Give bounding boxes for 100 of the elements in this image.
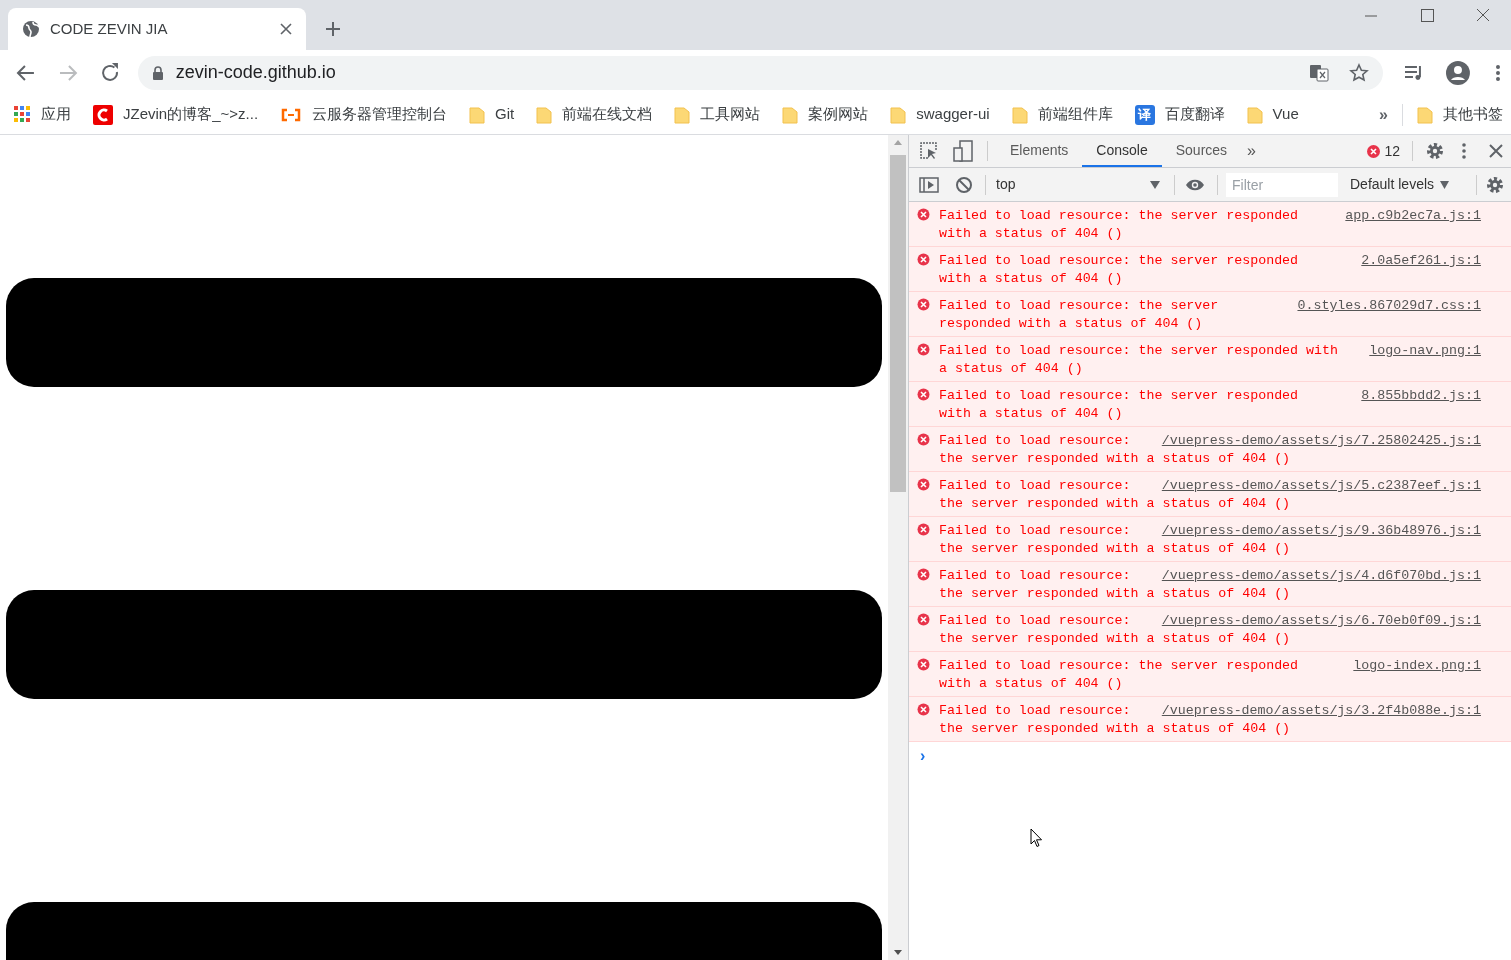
filter-input[interactable]: Filter (1226, 172, 1338, 197)
close-icon[interactable] (280, 23, 292, 35)
error-icon (917, 208, 930, 221)
source-link[interactable]: /vuepress-demo/assets/js/7.25802425.js:1 (1161, 432, 1481, 450)
scrollbar[interactable] (888, 135, 909, 960)
account-icon[interactable] (1445, 59, 1472, 86)
error-icon (917, 613, 930, 626)
devtools-tab[interactable]: Sources (1161, 135, 1242, 167)
bookmark-link[interactable]: Vue (1246, 103, 1299, 126)
error-message: Failed to load resource: (939, 612, 1131, 630)
dropdown-caret-icon (1440, 180, 1450, 189)
source-link[interactable]: /vuepress-demo/assets/js/9.36b48976.js:1 (1161, 522, 1481, 540)
error-message: the server responded with a status of 404 () (939, 540, 1291, 558)
scrollbar-thumb[interactable] (890, 155, 906, 492)
scroll-down-icon[interactable] (894, 950, 902, 956)
folder-icon (782, 105, 799, 124)
error-message: the server responded with a status of 404 () (939, 630, 1291, 648)
error-message: Failed to load resource: (939, 522, 1131, 540)
globe-icon (22, 20, 40, 38)
tab-title: CODE ZEVIN JIA (50, 18, 169, 39)
error-message: with a status of 404 () (939, 675, 1123, 693)
error-message: the server responded with a status of 404 () (939, 585, 1291, 603)
device-toggle-icon[interactable] (953, 140, 973, 162)
bookmark-link[interactable]: 案例网站 (782, 103, 869, 126)
more-tabs-button[interactable]: » (1241, 139, 1262, 163)
error-icon (1367, 144, 1381, 158)
bookmark-link[interactable]: Git (469, 103, 515, 126)
folder-icon (674, 105, 691, 124)
folder-icon (890, 105, 907, 124)
log-levels-dropdown[interactable]: Default levels (1350, 174, 1450, 195)
bookmark-link[interactable]: swagger-ui (890, 103, 990, 126)
error-count-badge[interactable]: 12 (1367, 140, 1400, 162)
url-text: zevin-code.github.io (175, 61, 337, 84)
other-bookmarks-link[interactable]: 其他书签 (1417, 103, 1503, 126)
error-message: Failed to load resource: (939, 702, 1131, 720)
folder-icon (536, 105, 553, 124)
bookmark-link[interactable]: 译 百度翻译 (1134, 103, 1225, 126)
error-message: with a status of 404 () (939, 225, 1123, 243)
inspect-icon[interactable] (919, 141, 939, 161)
error-message: Failed to load resource: the server responded with (939, 342, 1338, 360)
error-message: Failed to load resource: the server responded (939, 207, 1299, 225)
translate-badge: 译 (1134, 104, 1155, 125)
apps-grid-icon (14, 106, 31, 123)
bookmark-link[interactable]: JZevin的博客_~>z... (93, 103, 259, 126)
source-link[interactable]: /vuepress-demo/assets/js/4.d6f070bd.js:1 (1161, 567, 1481, 585)
source-link[interactable]: 2.0a5ef261.js:1 (1361, 252, 1481, 270)
sidebar-toggle-icon[interactable] (919, 176, 939, 193)
translate-icon[interactable] (1309, 62, 1330, 83)
bookmark-link[interactable]: 前端组件库 (1011, 103, 1113, 126)
eye-icon[interactable] (1185, 177, 1205, 192)
error-icon (917, 343, 930, 356)
error-message: Failed to load resource: the server responded (939, 657, 1299, 675)
source-link[interactable]: logo-nav.png:1 (1369, 342, 1481, 360)
bookmark-link[interactable]: 云服务器管理控制台 (280, 103, 448, 126)
bracket-logo-icon (280, 107, 303, 122)
bookmark-link[interactable]: 工具网站 (674, 103, 761, 126)
dropdown-caret-icon (1150, 180, 1160, 189)
error-message: Failed to load resource: (939, 567, 1131, 585)
console-prompt[interactable]: › (909, 742, 1511, 768)
devtools-tab[interactable]: Elements (996, 135, 1083, 167)
menu-icon[interactable] (1495, 62, 1502, 83)
source-link[interactable]: /vuepress-demo/assets/js/5.c2387eef.js:1 (1161, 477, 1481, 495)
error-message: Failed to load resource: (939, 432, 1131, 450)
error-icon (917, 568, 930, 581)
error-message: the server responded with a status of 404 () (939, 450, 1291, 468)
more-options-icon[interactable] (1461, 142, 1467, 160)
error-message: responded with a status of 404 () (939, 315, 1203, 333)
bookmark-link[interactable]: 应用 (14, 103, 71, 126)
new-tab-icon[interactable] (324, 20, 342, 38)
source-link[interactable]: app.c9b2ec7a.js:1 (1345, 207, 1481, 225)
site-logo-icon (93, 104, 113, 125)
address-bar[interactable]: zevin-code.github.io (137, 55, 1384, 90)
error-icon (917, 433, 930, 446)
error-icon (917, 523, 930, 536)
error-message: a status of 404 () (939, 360, 1083, 378)
source-link[interactable]: /vuepress-demo/assets/js/6.70eb0f09.js:1 (1161, 612, 1481, 630)
error-message: Failed to load resource: (939, 477, 1131, 495)
source-link[interactable]: logo-index.png:1 (1353, 657, 1481, 675)
star-icon[interactable] (1349, 62, 1370, 83)
error-message: with a status of 404 () (939, 405, 1123, 423)
close-icon[interactable] (1489, 144, 1503, 158)
source-link[interactable]: 8.855bbdd2.js:1 (1361, 387, 1481, 405)
error-icon (917, 298, 930, 311)
error-message: the server responded with a status of 404 () (939, 495, 1291, 513)
source-link[interactable]: 0.styles.867029d7.css:1 (1297, 297, 1481, 315)
source-link[interactable]: /vuepress-demo/assets/js/3.2f4b088e.js:1 (1161, 702, 1481, 720)
settings-icon[interactable] (1485, 174, 1505, 195)
bookmark-link[interactable]: 前端在线文档 (536, 103, 653, 126)
error-icon (917, 253, 930, 266)
error-message: with a status of 404 () (939, 270, 1123, 288)
folder-icon (1011, 105, 1028, 124)
more-bookmarks-button[interactable]: » (1379, 102, 1388, 127)
context-dropdown[interactable]: top (992, 172, 1164, 197)
error-message: Failed to load resource: the server (939, 297, 1219, 315)
error-icon (917, 388, 930, 401)
lock-icon (151, 65, 164, 80)
settings-icon[interactable] (1425, 141, 1445, 161)
browser-tab[interactable]: CODE ZEVIN JIA (8, 8, 306, 50)
folder-icon (1246, 105, 1263, 124)
clear-console-icon[interactable] (955, 175, 973, 194)
